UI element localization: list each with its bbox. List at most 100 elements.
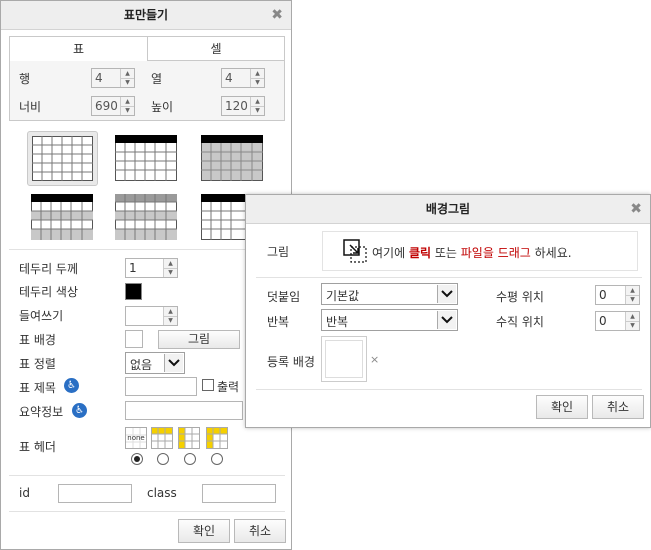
divider — [256, 277, 642, 278]
border-width-stepper[interactable]: 1 ▲ ▼ — [125, 258, 178, 278]
id-label: id — [19, 486, 30, 500]
caption-label: 표 제목 — [19, 381, 56, 395]
registered-bg-label: 등록 배경 — [267, 355, 315, 369]
bg-dialog-title: 배경그림 — [425, 202, 471, 216]
table-style-striped[interactable] — [31, 194, 94, 241]
table-style-gray[interactable] — [201, 135, 264, 182]
down-arrow-icon[interactable]: ▼ — [626, 295, 639, 304]
tab-table[interactable]: 표 — [10, 37, 148, 61]
drag-drop-icon — [343, 239, 367, 263]
down-arrow-icon[interactable]: ▼ — [121, 106, 134, 115]
indent-stepper[interactable]: ▲ ▼ — [125, 306, 178, 326]
attach-select[interactable]: 기본값 — [321, 283, 458, 305]
caption-input[interactable] — [125, 377, 197, 396]
drop-middle: 또는 — [431, 246, 461, 260]
hpos-label: 수평 위치 — [496, 290, 544, 304]
print-checkbox[interactable] — [202, 379, 214, 391]
tab-table-label: 표 — [72, 42, 85, 56]
divider — [9, 511, 285, 512]
bg-image-dialog: 배경그림 ✖ 그림 여기에 클릭 또는 파일을 드래그 하세요. 덧붙임 기본값… — [245, 194, 651, 428]
table-style-striped-icon — [31, 194, 93, 240]
divider — [256, 389, 642, 390]
id-input[interactable] — [58, 484, 132, 503]
class-input[interactable] — [202, 484, 276, 503]
bg-cancel-button[interactable]: 취소 — [592, 395, 644, 419]
border-width-label: 테두리 두께 — [19, 262, 79, 276]
border-width-value: 1 — [129, 261, 137, 275]
table-style-gray-icon — [201, 135, 263, 181]
repeat-label: 반복 — [267, 315, 290, 329]
down-arrow-icon[interactable]: ▼ — [164, 268, 177, 277]
ok-button[interactable]: 확인 — [178, 519, 230, 543]
vpos-stepper[interactable]: 0 ▲ ▼ — [595, 311, 640, 331]
width-label: 너비 — [19, 100, 42, 114]
summary-label: 요약정보 — [19, 405, 64, 419]
tab-cell[interactable]: 셀 — [148, 37, 284, 61]
bg-ok-button[interactable]: 확인 — [536, 395, 588, 419]
align-select[interactable]: 없음 — [125, 352, 185, 374]
cols-value: 4 — [225, 71, 233, 85]
hpos-stepper[interactable]: 0 ▲ ▼ — [595, 285, 640, 305]
table-style-gray-striped-icon — [115, 194, 177, 240]
accessibility-icon: ♿ — [64, 378, 79, 393]
chevron-down-icon — [441, 290, 453, 298]
height-label: 높이 — [151, 100, 174, 114]
divider — [9, 249, 285, 250]
down-arrow-icon[interactable]: ▼ — [251, 106, 264, 115]
rows-stepper[interactable]: 4 ▲ ▼ — [91, 68, 135, 88]
header-top-icon — [151, 427, 173, 449]
table-bg-label: 표 배경 — [19, 333, 56, 347]
thumb-frame — [325, 340, 363, 378]
drop-text: 여기에 클릭 또는 파일을 드래그 하세요. — [372, 244, 572, 261]
registered-bg-thumb[interactable] — [321, 336, 367, 382]
cols-stepper[interactable]: 4 ▲ ▼ — [221, 68, 265, 88]
table-style-header[interactable] — [115, 135, 178, 182]
table-style-plain-icon — [32, 136, 93, 181]
summary-input[interactable] — [125, 401, 243, 420]
vpos-value: 0 — [599, 314, 607, 328]
bg-dialog-titlebar[interactable]: 배경그림 ✖ — [246, 195, 650, 224]
width-stepper[interactable]: 690 ▲ ▼ — [91, 96, 135, 116]
table-dialog-titlebar[interactable]: 표만들기 ✖ — [1, 1, 291, 30]
header-left-icon — [178, 427, 200, 449]
attach-label: 덧붙임 — [267, 290, 301, 304]
image-button-label: 그림 — [187, 332, 211, 346]
down-arrow-icon[interactable]: ▼ — [251, 78, 264, 87]
close-icon[interactable]: ✖ — [271, 1, 283, 29]
close-icon[interactable]: ✖ — [630, 195, 642, 223]
height-value: 120 — [225, 99, 248, 113]
down-arrow-icon[interactable]: ▼ — [164, 316, 177, 325]
hpos-value: 0 — [599, 288, 607, 302]
down-arrow-icon[interactable]: ▼ — [626, 321, 639, 330]
header-none-radio[interactable] — [131, 453, 143, 465]
chevron-down-icon — [168, 359, 180, 367]
border-color-swatch[interactable] — [125, 283, 142, 300]
ok-button-label: 확인 — [192, 524, 216, 538]
image-button[interactable]: 그림 — [158, 330, 240, 349]
drop-suffix: 하세요. — [530, 246, 572, 260]
image-drop-zone[interactable]: 여기에 클릭 또는 파일을 드래그 하세요. — [322, 231, 638, 271]
table-dialog-title: 표만들기 — [123, 8, 169, 22]
height-stepper[interactable]: 120 ▲ ▼ — [221, 96, 265, 116]
header-none-icon: none — [125, 427, 147, 449]
header-top-radio[interactable] — [157, 453, 169, 465]
cancel-button[interactable]: 취소 — [234, 519, 286, 543]
accessibility-icon: ♿ — [72, 403, 87, 418]
header-none-text: none — [127, 434, 145, 442]
table-style-gray-striped[interactable] — [115, 194, 178, 241]
border-color-label: 테두리 색상 — [19, 285, 79, 299]
header-label: 표 헤더 — [19, 440, 56, 454]
header-both-radio[interactable] — [211, 453, 223, 465]
repeat-select[interactable]: 반복 — [321, 309, 458, 331]
drop-click-link[interactable]: 클릭 — [409, 246, 431, 260]
table-bg-swatch[interactable] — [125, 330, 143, 348]
table-style-plain[interactable] — [27, 131, 98, 186]
remove-icon[interactable]: × — [370, 353, 379, 366]
down-arrow-icon[interactable]: ▼ — [121, 78, 134, 87]
align-value: 없음 — [130, 358, 153, 372]
print-label: 출력 — [217, 380, 240, 394]
bg-cancel-label: 취소 — [606, 400, 630, 414]
divider — [9, 475, 285, 476]
header-left-radio[interactable] — [184, 453, 196, 465]
align-label: 표 정렬 — [19, 357, 56, 371]
